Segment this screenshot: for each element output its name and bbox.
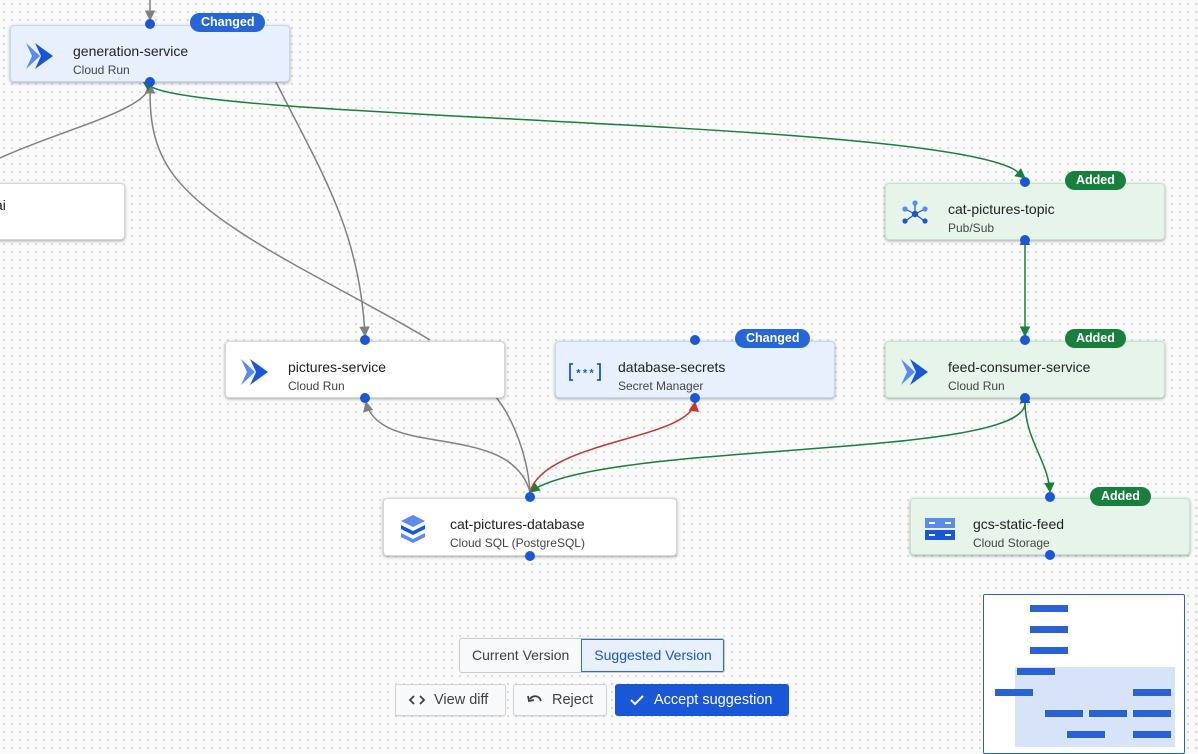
minimap-node xyxy=(995,689,1033,696)
reject-label: Reject xyxy=(552,692,594,708)
port-top[interactable] xyxy=(525,492,535,502)
node-cat-pictures-topic[interactable]: cat-pictures-topic Pub/Sub xyxy=(885,183,1165,240)
port-bottom[interactable] xyxy=(1045,550,1055,560)
port-bottom[interactable] xyxy=(360,393,370,403)
node-title: cat-pictures-database xyxy=(450,516,585,532)
port-bottom[interactable] xyxy=(1020,235,1030,245)
node-database-secrets[interactable]: *** database-secrets Secret Manager xyxy=(555,341,835,398)
version-toggle: Current Version Suggested Version xyxy=(459,638,725,673)
node-subtitle: Pub/Sub xyxy=(948,221,995,235)
edge-pictures-service-to-database xyxy=(494,395,531,493)
port-bottom[interactable] xyxy=(525,551,535,561)
view-diff-button[interactable]: View diff xyxy=(395,684,506,716)
node-subtitle: Secret Manager xyxy=(618,379,704,393)
port-top[interactable] xyxy=(1020,177,1030,187)
changed-badge: Changed xyxy=(190,13,266,32)
minimap-node xyxy=(1045,710,1083,717)
pubsub-icon xyxy=(902,200,928,224)
svg-text:***: *** xyxy=(575,369,595,381)
port-top[interactable] xyxy=(690,335,700,345)
suggested-version-tab[interactable]: Suggested Version xyxy=(581,639,724,672)
added-badge: Added xyxy=(1065,329,1126,348)
code-icon xyxy=(408,695,426,705)
edge-feed-consumer-to-database xyxy=(529,392,1031,493)
node-partial[interactable]: ai xyxy=(0,183,125,240)
minimap-node xyxy=(1067,731,1105,738)
minimap-node xyxy=(1089,710,1127,717)
node-title: feed-consumer-service xyxy=(948,359,1091,375)
minimap-node xyxy=(1030,626,1068,633)
node-pictures-service[interactable]: pictures-service Cloud Run xyxy=(225,341,505,398)
edge-generation-to-partial-node xyxy=(0,82,156,159)
node-generation-service[interactable]: generation-service Cloud Run xyxy=(10,25,290,82)
cloud-run-icon xyxy=(901,359,928,385)
edge-database-to-secrets xyxy=(529,400,699,493)
node-subtitle: Cloud Run xyxy=(288,379,345,393)
node-subtitle: Cloud Run xyxy=(73,63,130,77)
node-title: generation-service xyxy=(73,43,189,59)
node-cat-pictures-database[interactable]: cat-pictures-database Cloud SQL (Postgre… xyxy=(383,498,677,556)
node-title: database-secrets xyxy=(618,359,726,375)
node-title: ai xyxy=(0,197,6,213)
edge-database-to-pictures-service xyxy=(363,400,531,493)
reject-button[interactable]: Reject xyxy=(513,684,607,716)
undo-icon xyxy=(527,695,542,703)
view-diff-label: View diff xyxy=(434,692,489,708)
minimap-node xyxy=(1030,605,1068,612)
node-subtitle: Cloud Run xyxy=(948,379,1005,393)
port-top[interactable] xyxy=(1020,335,1030,345)
changed-badge: Changed xyxy=(735,329,811,348)
minimap-node xyxy=(1133,710,1171,717)
cloud-run-icon xyxy=(26,43,53,69)
node-subtitle: Cloud Storage xyxy=(973,536,1050,550)
minimap-node xyxy=(1030,647,1068,654)
secret-manager-icon: *** xyxy=(569,363,601,381)
port-bottom[interactable] xyxy=(690,393,700,403)
added-badge: Added xyxy=(1090,487,1151,506)
minimap-node xyxy=(1017,668,1055,675)
node-gcs-static-feed[interactable]: gcs-static-feed Cloud Storage xyxy=(910,498,1190,555)
node-subtitle: Cloud SQL (PostgreSQL) xyxy=(450,536,585,550)
current-version-tab[interactable]: Current Version xyxy=(460,639,581,672)
edge-pictures-service-to-generation xyxy=(144,82,431,341)
minimap-node xyxy=(1133,731,1171,738)
edge-generation-to-pictures-service xyxy=(274,79,370,338)
accept-suggestion-button[interactable]: Accept suggestion xyxy=(615,684,789,716)
edge-generation-to-topic xyxy=(142,80,1026,179)
node-title: gcs-static-feed xyxy=(973,516,1065,532)
accept-suggestion-label: Accept suggestion xyxy=(654,692,773,708)
cloud-run-icon xyxy=(241,359,268,385)
port-top[interactable] xyxy=(1045,492,1055,502)
node-title: pictures-service xyxy=(288,359,387,375)
port-top[interactable] xyxy=(145,19,155,29)
minimap[interactable] xyxy=(983,594,1185,754)
port-bottom[interactable] xyxy=(145,77,155,87)
node-title: cat-pictures-topic xyxy=(948,201,1055,217)
port-bottom[interactable] xyxy=(1020,393,1030,403)
port-top[interactable] xyxy=(360,335,370,345)
node-feed-consumer-service[interactable]: feed-consumer-service Cloud Run xyxy=(885,341,1165,398)
added-badge: Added xyxy=(1065,171,1126,190)
edge-feed-consumer-to-gcs xyxy=(1019,392,1055,494)
cloud-storage-icon xyxy=(925,518,955,540)
cloud-sql-icon xyxy=(401,515,425,543)
minimap-node xyxy=(1133,689,1171,696)
check-icon xyxy=(630,695,644,706)
